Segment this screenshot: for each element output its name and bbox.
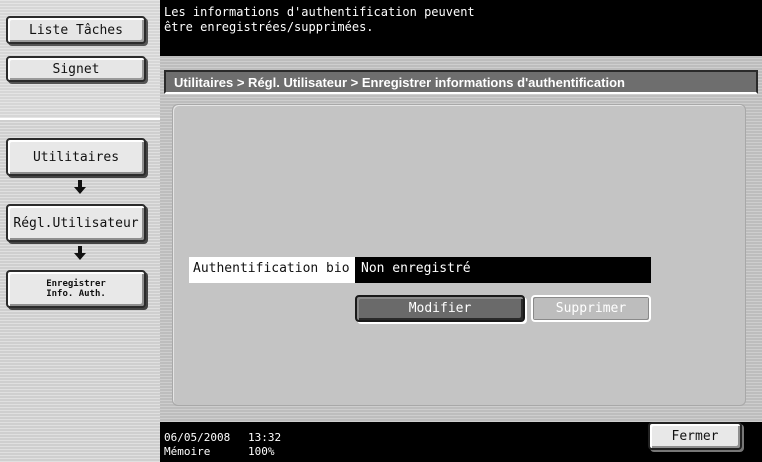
- main-panel: Utilitaires > Régl. Utilisateur > Enregi…: [160, 56, 762, 422]
- job-list-label: Liste Tâches: [29, 22, 123, 38]
- memory-value: 100%: [248, 445, 275, 458]
- delete-button[interactable]: Supprimer: [531, 295, 651, 322]
- sidebar-item-user-settings[interactable]: Régl.Utilisateur: [6, 204, 146, 242]
- sidebar-item-label: Régl.Utilisateur: [13, 215, 139, 231]
- modify-button[interactable]: Modifier: [355, 295, 525, 322]
- message-bar: Les informations d'authentification peuv…: [160, 0, 762, 56]
- status-time: 13:32: [248, 431, 282, 444]
- message-line-1: Les informations d'authentification peuv…: [164, 5, 475, 19]
- sidebar-item-label: Enregistrer Info. Auth.: [46, 279, 106, 299]
- bio-auth-label: Authentification bio: [189, 257, 357, 283]
- job-list-button[interactable]: Liste Tâches: [6, 16, 146, 44]
- status-date: 06/05/2008: [164, 431, 231, 444]
- screen: Liste Tâches Signet Utilitaires Régl.Uti…: [0, 0, 762, 462]
- bookmark-button[interactable]: Signet: [6, 56, 146, 82]
- breadcrumb: Utilitaires > Régl. Utilisateur > Enregi…: [164, 70, 758, 94]
- delete-label: Supprimer: [555, 301, 627, 316]
- content-area: Authentification bio Non enregistré Modi…: [172, 104, 746, 406]
- left-sidebar: Liste Tâches Signet Utilitaires Régl.Uti…: [0, 0, 160, 462]
- modify-label: Modifier: [408, 301, 472, 316]
- down-arrow-icon: [74, 246, 86, 260]
- sidebar-item-label: Utilitaires: [32, 149, 120, 165]
- memory-label: Mémoire: [164, 445, 211, 458]
- down-arrow-icon: [74, 180, 86, 194]
- bookmark-label: Signet: [52, 61, 100, 77]
- close-button[interactable]: Fermer: [648, 422, 742, 450]
- close-label: Fermer: [671, 428, 719, 444]
- bio-auth-status: Non enregistré: [355, 257, 651, 283]
- message-line-2: être enregistrées/supprimées.: [164, 20, 374, 34]
- sidebar-item-register-auth[interactable]: Enregistrer Info. Auth.: [6, 270, 146, 308]
- sidebar-item-utilities[interactable]: Utilitaires: [6, 138, 146, 176]
- status-bar: 06/05/2008 13:32 Mémoire 100% Fermer: [160, 422, 762, 462]
